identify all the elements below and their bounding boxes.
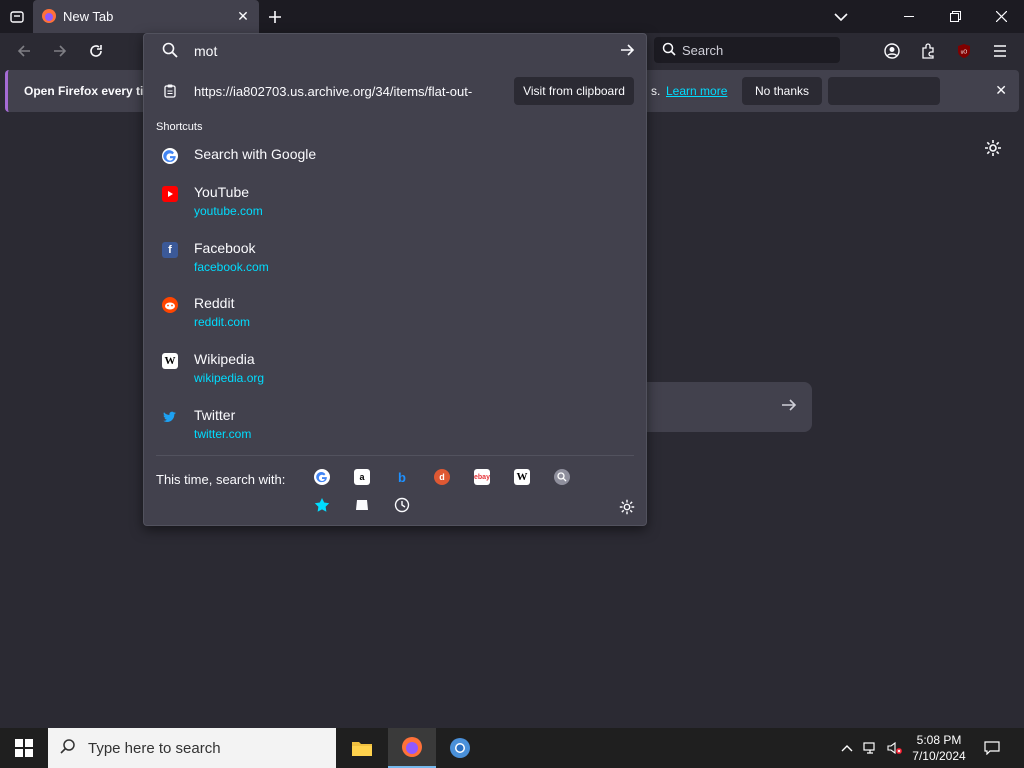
no-thanks-button[interactable]: No thanks — [742, 77, 822, 105]
windows-taskbar: Type here to search 5:08 PM 7/10/2024 — [0, 728, 1024, 768]
shortcut-url: reddit.com — [194, 315, 251, 329]
amazon-icon[interactable]: a — [354, 469, 370, 485]
network-icon[interactable] — [860, 728, 882, 768]
extensions-icon[interactable] — [916, 39, 940, 63]
shortcut-youtube[interactable]: YouTube youtube.com — [144, 182, 646, 232]
url-input-row[interactable]: mot — [144, 34, 646, 68]
search-icon — [60, 738, 76, 758]
svg-text:uO: uO — [961, 50, 968, 56]
shortcuts-label: Shortcuts — [156, 121, 203, 133]
shortcut-title: Twitter — [194, 407, 236, 423]
show-hidden-icons-chevron-icon[interactable] — [836, 728, 858, 768]
reload-icon[interactable] — [84, 39, 108, 63]
notification-text-tail: s. — [651, 84, 661, 98]
google-icon — [162, 148, 178, 164]
minimize-icon[interactable] — [886, 0, 932, 33]
divider — [156, 455, 634, 456]
duckduckgo-icon[interactable]: d — [434, 469, 450, 485]
notification-action-button[interactable] — [828, 77, 940, 105]
shortcut-url: facebook.com — [194, 260, 269, 274]
bookmarks-icon[interactable] — [314, 497, 330, 513]
list-all-tabs-chevron-icon[interactable] — [818, 0, 864, 33]
bing-icon[interactable]: b — [394, 469, 410, 485]
account-icon[interactable] — [880, 39, 904, 63]
google-icon[interactable] — [314, 469, 330, 485]
clipboard-suggestion[interactable]: https://ia802703.us.archive.org/34/items… — [144, 74, 646, 110]
clipboard-icon — [164, 84, 176, 103]
shortcut-title: Reddit — [194, 295, 235, 311]
tab-new-tab[interactable]: New Tab ✕ — [33, 0, 259, 33]
shortcut-wikipedia[interactable]: W Wikipedia wikipedia.org — [144, 349, 646, 399]
tab-title: New Tab — [63, 9, 114, 24]
firefox-taskbar-icon[interactable] — [388, 728, 436, 768]
page-search-box[interactable] — [640, 382, 812, 432]
taskbar-clock[interactable]: 5:08 PM 7/10/2024 — [906, 732, 972, 764]
ublock-origin-icon[interactable]: uO — [952, 39, 976, 63]
search-settings-gear-icon[interactable] — [618, 498, 636, 516]
clock-date: 7/10/2024 — [912, 749, 966, 763]
search-icon — [662, 42, 676, 59]
close-notification-icon[interactable]: ✕ — [995, 82, 1007, 99]
taskbar-search-box[interactable]: Type here to search — [48, 728, 336, 768]
search-with-label: This time, search with: — [156, 472, 286, 487]
url-input[interactable]: mot — [194, 43, 217, 59]
shortcut-reddit[interactable]: Reddit reddit.com — [144, 293, 646, 343]
shortcut-url: youtube.com — [194, 204, 263, 218]
search-engine-icon[interactable] — [554, 469, 570, 485]
notification-text: Open Firefox every ti — [24, 84, 144, 98]
new-tab-icon[interactable] — [260, 0, 290, 33]
close-tab-icon[interactable]: ✕ — [235, 8, 251, 24]
menu-icon[interactable] — [988, 39, 1012, 63]
file-explorer-icon[interactable] — [338, 728, 386, 768]
back-icon[interactable] — [12, 39, 36, 63]
shortcut-twitter[interactable]: Twitter twitter.com — [144, 405, 646, 455]
notifications-icon[interactable] — [978, 728, 1006, 768]
reddit-icon — [162, 297, 178, 313]
windows-start-icon[interactable] — [0, 728, 48, 768]
chrome-taskbar-icon[interactable] — [436, 728, 484, 768]
restore-icon[interactable] — [932, 0, 978, 33]
close-window-icon[interactable] — [978, 0, 1024, 33]
search-bar[interactable]: Search — [654, 37, 840, 63]
shortcut-url: wikipedia.org — [194, 371, 265, 385]
tab-bar: New Tab ✕ — [0, 0, 1024, 33]
clipboard-url: https://ia802703.us.archive.org/34/items… — [194, 84, 473, 99]
search-placeholder: Search — [682, 42, 724, 58]
search-icon — [162, 42, 178, 63]
ebay-icon[interactable]: ebay — [474, 469, 490, 485]
facebook-icon: f — [162, 242, 178, 258]
forward-icon[interactable] — [48, 39, 72, 63]
shortcut-title: Wikipedia — [194, 351, 255, 367]
volume-muted-icon[interactable] — [884, 728, 906, 768]
search-with-google-label: Search with Google — [194, 146, 317, 162]
wikipedia-icon[interactable]: W — [514, 469, 530, 485]
tabs-icon[interactable] — [354, 497, 370, 513]
learn-more-link[interactable]: Learn more — [666, 84, 727, 98]
firefox-icon — [41, 8, 57, 29]
page-settings-gear-icon[interactable] — [983, 138, 1003, 158]
visit-from-clipboard-button[interactable]: Visit from clipboard — [514, 77, 634, 105]
shortcut-title: YouTube — [194, 184, 250, 200]
clock-time: 5:08 PM — [916, 733, 962, 747]
shortcut-facebook[interactable]: f Facebook facebook.com — [144, 238, 646, 288]
tab-list-icon[interactable] — [0, 0, 33, 33]
wikipedia-icon: W — [162, 353, 178, 369]
history-icon[interactable] — [394, 497, 410, 513]
shortcut-url: twitter.com — [194, 427, 252, 441]
urlbar-results-popup: mot https://ia802703.us.archive.org/34/i… — [143, 33, 647, 526]
youtube-icon — [162, 186, 178, 202]
twitter-icon — [162, 409, 178, 425]
taskbar-search-placeholder: Type here to search — [88, 739, 221, 757]
shortcut-title: Facebook — [194, 240, 256, 256]
go-arrow-icon[interactable] — [620, 42, 636, 63]
page-search-go-icon[interactable] — [780, 397, 798, 418]
